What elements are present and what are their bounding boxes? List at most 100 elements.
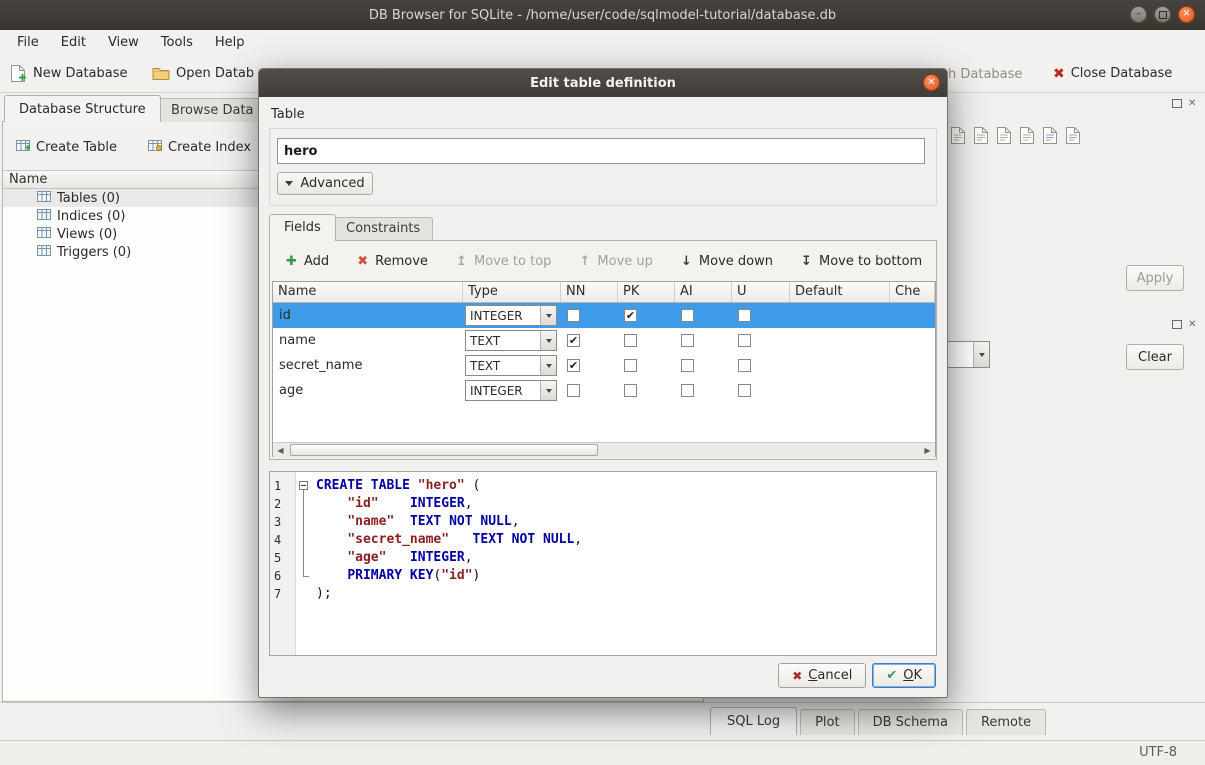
action-add[interactable]: ✚Add [284, 254, 329, 269]
tables-0-icon [37, 190, 51, 207]
clear-button[interactable]: Clear [1126, 344, 1184, 370]
dock-float-icon[interactable] [1172, 99, 1182, 108]
titlebar: DB Browser for SQLite - /home/user/code/… [0, 0, 1205, 30]
ai-checkbox[interactable] [681, 334, 694, 347]
u-cell [732, 334, 790, 347]
tab-browse-data[interactable]: Browse Data [158, 98, 267, 122]
tree-item-label: Tables (0) [57, 191, 120, 206]
field-row-secret-name[interactable]: secret_nameTEXT [273, 353, 935, 378]
type-combobox[interactable]: TEXT [465, 355, 557, 376]
dock-toolbar-icon[interactable] [1065, 126, 1081, 145]
nn-checkbox[interactable] [567, 334, 580, 347]
create-index-button[interactable]: Create Index [148, 136, 251, 158]
nn-checkbox[interactable] [567, 309, 580, 322]
action-move-to-bottom[interactable]: ↧Move to bottom [799, 254, 922, 269]
close-database-label: Close Database [1071, 66, 1173, 81]
dock-close-icon[interactable]: ✕ [1188, 98, 1196, 109]
chevron-down-icon[interactable] [540, 381, 556, 400]
action-remove[interactable]: ✖Remove [355, 254, 428, 269]
column-header-default[interactable]: Default [790, 282, 890, 302]
ai-cell [675, 334, 732, 347]
table-name-input[interactable] [277, 138, 925, 164]
window-title: DB Browser for SQLite - /home/user/code/… [369, 8, 836, 23]
bottom-tab-db-schema[interactable]: DB Schema [858, 709, 963, 735]
scroll-left-icon[interactable]: ◀ [273, 443, 288, 458]
bottom-tab-plot[interactable]: Plot [800, 709, 855, 735]
menu-file[interactable]: File [8, 33, 48, 52]
pk-checkbox[interactable] [624, 334, 637, 347]
sql-line: PRIMARY KEY("id") [316, 567, 936, 585]
chevron-down-icon[interactable] [973, 342, 989, 367]
menu-edit[interactable]: Edit [52, 33, 95, 52]
close-database-button[interactable]: ✖ Close Database [1053, 61, 1172, 86]
field-row-id[interactable]: idINTEGER [273, 303, 935, 328]
maximize-icon[interactable] [1154, 6, 1171, 23]
chevron-down-icon[interactable] [540, 306, 556, 325]
u-checkbox[interactable] [738, 384, 751, 397]
menu-tools[interactable]: Tools [152, 33, 202, 52]
u-checkbox[interactable] [738, 359, 751, 372]
column-header-ai[interactable]: AI [675, 282, 732, 302]
new-database-button[interactable]: New Database [10, 61, 128, 86]
minimize-icon[interactable]: – [1130, 6, 1147, 23]
tab-fields[interactable]: Fields [269, 214, 336, 241]
advanced-toggle-button[interactable]: Advanced [277, 172, 373, 195]
close-icon[interactable]: ✕ [1178, 6, 1195, 23]
field-row-name[interactable]: nameTEXT [273, 328, 935, 353]
column-header-nn[interactable]: NN [561, 282, 618, 302]
type-combobox[interactable]: INTEGER [465, 380, 557, 401]
encoding-indicator[interactable]: UTF-8 [1139, 745, 1177, 760]
ok-button[interactable]: ✔OK [872, 663, 936, 688]
column-header-che[interactable]: Che [890, 282, 935, 302]
attach-database-label[interactable]: h Database [948, 67, 1022, 82]
dialog-close-icon[interactable]: ✕ [923, 74, 940, 91]
column-header-name[interactable]: Name [273, 282, 463, 302]
column-header-u[interactable]: U [732, 282, 790, 302]
action-move-down[interactable]: ↓Move down [679, 254, 773, 269]
chevron-down-icon[interactable] [540, 356, 556, 375]
menu-view[interactable]: View [99, 33, 148, 52]
dock-toolbar-icon[interactable] [1019, 126, 1035, 145]
line-number: 1 [274, 477, 295, 495]
u-checkbox[interactable] [738, 334, 751, 347]
bottom-tab-sql-log[interactable]: SQL Log [710, 707, 797, 735]
nn-checkbox[interactable] [567, 359, 580, 372]
chevron-down-icon[interactable] [540, 331, 556, 350]
create-table-button[interactable]: Create Table [16, 136, 117, 158]
horizontal-scrollbar[interactable]: ◀ ▶ [273, 442, 935, 458]
scroll-right-icon[interactable]: ▶ [920, 443, 935, 458]
nn-cell [561, 309, 618, 322]
dock-controls: ✕ [1172, 319, 1196, 330]
ai-checkbox[interactable] [681, 309, 694, 322]
tab-database-structure[interactable]: Database Structure [4, 95, 161, 122]
nn-checkbox[interactable] [567, 384, 580, 397]
menu-help[interactable]: Help [206, 33, 254, 52]
type-combobox[interactable]: INTEGER [465, 305, 557, 326]
new-database-label: New Database [33, 66, 128, 81]
pk-checkbox[interactable] [624, 384, 637, 397]
dock-float-icon[interactable] [1172, 320, 1182, 329]
pk-checkbox[interactable] [624, 309, 637, 322]
column-header-pk[interactable]: PK [618, 282, 675, 302]
column-header-type[interactable]: Type [463, 282, 561, 302]
pk-checkbox[interactable] [624, 359, 637, 372]
create-index-icon [148, 139, 162, 156]
fold-collapse-icon[interactable] [299, 481, 308, 490]
tab-constraints[interactable]: Constraints [333, 217, 433, 241]
dock-close-icon[interactable]: ✕ [1188, 319, 1196, 330]
dock-toolbar-icon[interactable] [973, 126, 989, 145]
u-checkbox[interactable] [738, 309, 751, 322]
add-icon: ✚ [284, 254, 299, 269]
field-row-age[interactable]: ageINTEGER [273, 378, 935, 403]
dock-toolbar-icon[interactable] [950, 126, 966, 145]
dock-toolbar-icon[interactable] [996, 126, 1012, 145]
type-combobox[interactable]: TEXT [465, 330, 557, 351]
dock-toolbar-icon[interactable] [1042, 126, 1058, 145]
apply-button[interactable]: Apply [1126, 265, 1184, 291]
ai-checkbox[interactable] [681, 359, 694, 372]
scrollbar-thumb[interactable] [290, 444, 598, 456]
bottom-tab-remote[interactable]: Remote [966, 709, 1046, 735]
cancel-button[interactable]: ✖Cancel [778, 663, 866, 688]
ai-checkbox[interactable] [681, 384, 694, 397]
open-database-button[interactable]: Open Datab [152, 61, 254, 86]
